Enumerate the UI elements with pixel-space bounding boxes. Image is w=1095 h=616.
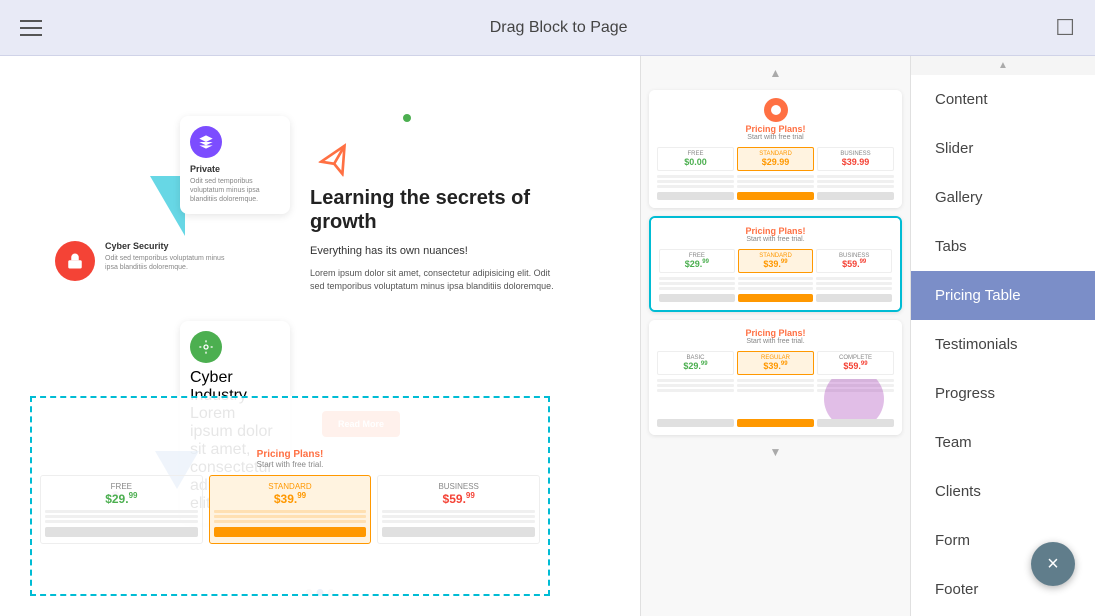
canvas-content: Private Odit sed temporibus voluptatum m… (0, 56, 640, 616)
blocks-panel: ▲ Pricing Plans! Start with free trial F… (640, 56, 910, 616)
hamburger-menu[interactable] (20, 20, 42, 36)
card-private-text: Odit sed temporibus voluptatum minus ips… (190, 177, 280, 204)
sidebar-item-content[interactable]: Content (911, 75, 1095, 124)
main-content: Private Odit sed temporibus voluptatum m… (0, 56, 1095, 616)
cyber-security-text: Odit sed temporibus voluptatum minus ips… (105, 254, 225, 272)
scroll-up-arrow[interactable]: ▲ (649, 64, 902, 82)
right-sidebar: ▲ Content Slider Gallery Tabs Pricing Ta… (910, 56, 1095, 616)
sidebar-item-clients[interactable]: Clients (911, 467, 1095, 516)
pricing-block-3[interactable]: Pricing Plans! Start with free trial. BA… (649, 320, 902, 435)
pricing-block-2-selected[interactable]: Pricing Plans! Start with free trial. FR… (649, 216, 902, 312)
industry-icon (190, 331, 222, 363)
close-button[interactable]: × (1031, 542, 1075, 586)
main-heading: Learning the secrets of growth (310, 186, 560, 234)
main-body: Lorem ipsum dolor sit amet, consectetur … (310, 267, 560, 292)
sidebar-item-testimonials[interactable]: Testimonials (911, 320, 1095, 369)
selected-pricing-block[interactable]: Pricing Plans! Start with free trial. FR… (30, 396, 550, 596)
cyber-security-title: Cyber Security (105, 241, 225, 251)
main-text-block: Learning the secrets of growth Everythin… (310, 186, 560, 299)
card-private-title: Private (190, 164, 280, 174)
private-icon (190, 126, 222, 158)
sidebar-item-progress[interactable]: Progress (911, 369, 1095, 418)
top-bar: Drag Block to Page ☐ (0, 0, 1095, 56)
sidebar-item-tabs[interactable]: Tabs (911, 222, 1095, 271)
page-title: Drag Block to Page (62, 19, 1055, 37)
pricing-block-1[interactable]: Pricing Plans! Start with free trial FRE… (649, 90, 902, 208)
sidebar-item-slider[interactable]: Slider (911, 124, 1095, 173)
deco-dot-green (403, 114, 411, 122)
canvas-area: Private Odit sed temporibus voluptatum m… (0, 56, 640, 616)
card-private: Private Odit sed temporibus voluptatum m… (180, 116, 290, 214)
sidebar-scroll-up[interactable]: ▲ (911, 56, 1095, 75)
mobile-preview-icon[interactable]: ☐ (1055, 15, 1075, 41)
sidebar-item-pricing-table[interactable]: Pricing Table (911, 271, 1095, 320)
paper-plane-icon (315, 143, 356, 189)
scroll-down-arrow[interactable]: ▼ (649, 443, 902, 461)
main-subheading: Everything has its own nuances! (310, 244, 560, 259)
sidebar-item-team[interactable]: Team (911, 418, 1095, 467)
sidebar-item-gallery[interactable]: Gallery (911, 173, 1095, 222)
cyber-security-icon (55, 241, 95, 281)
card-cyber-security: Cyber Security Odit sed temporibus volup… (105, 241, 225, 272)
